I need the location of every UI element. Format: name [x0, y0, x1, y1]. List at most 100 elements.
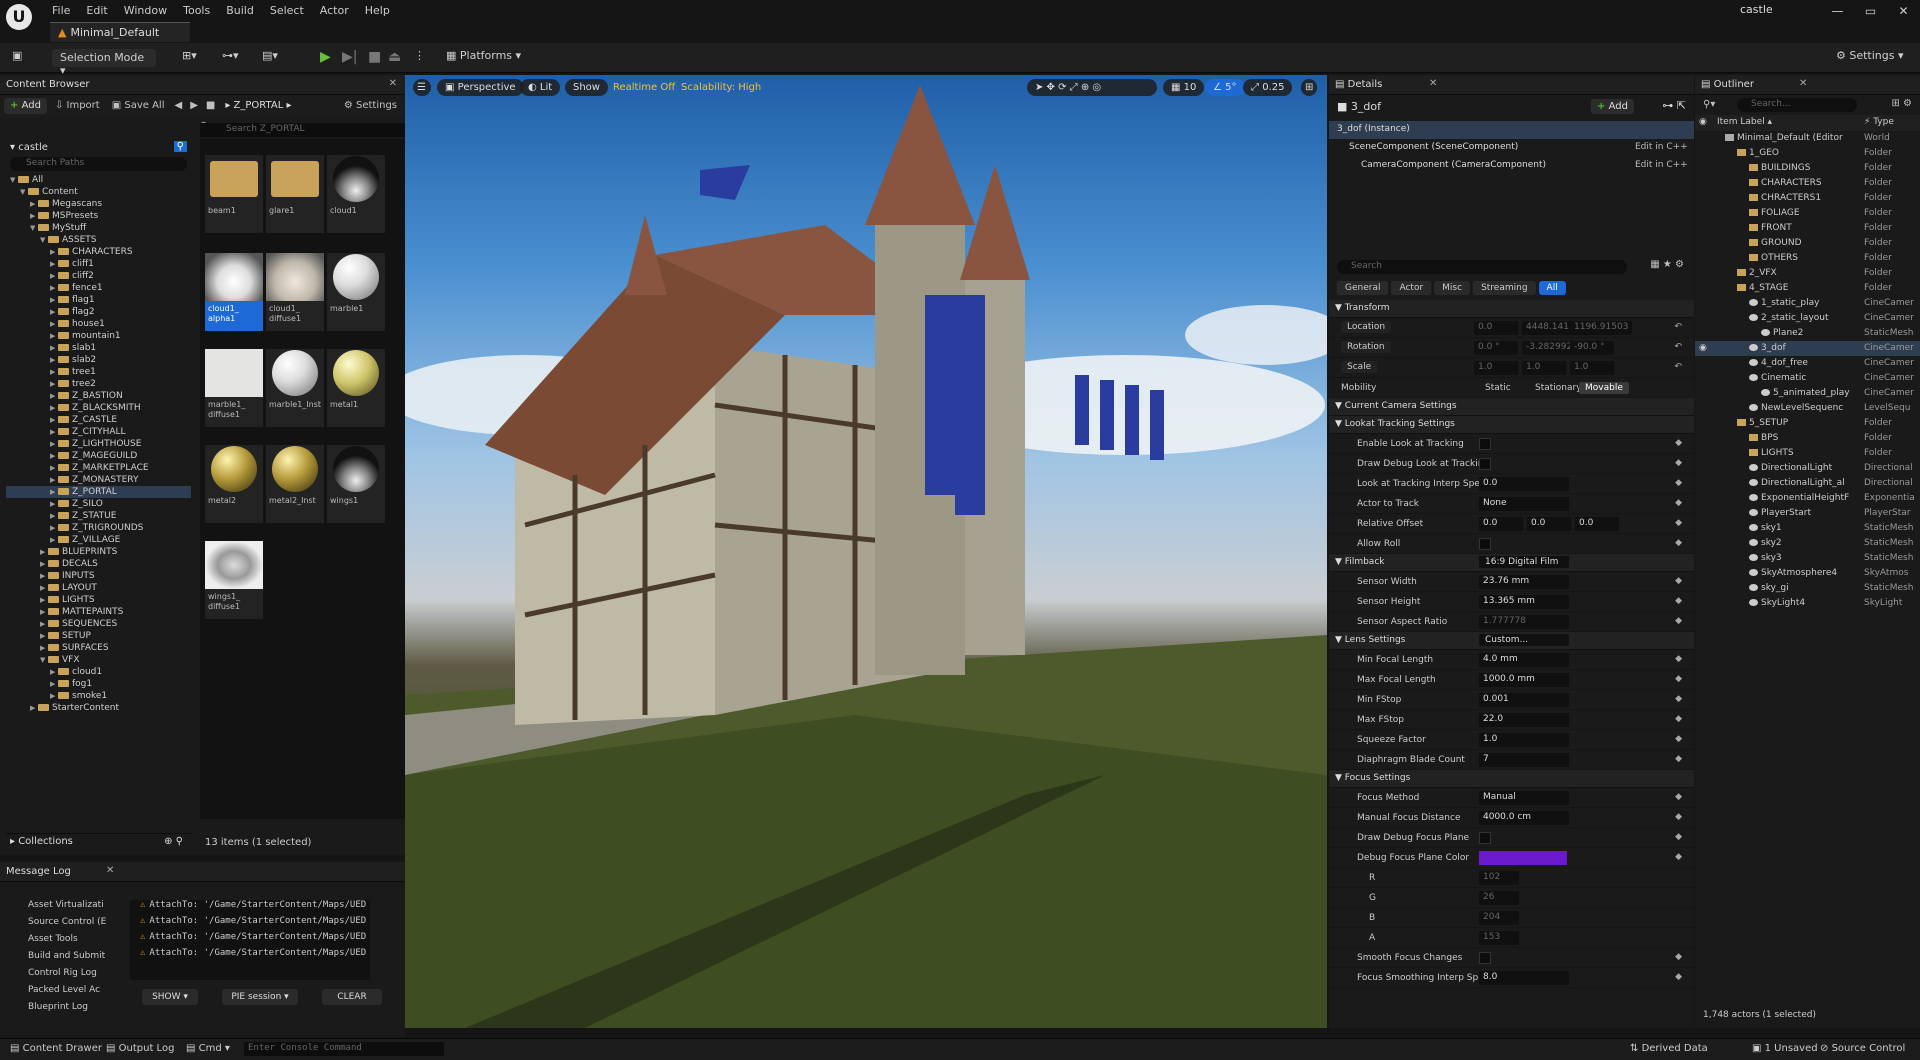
console-input[interactable]: Enter Console Command	[244, 1042, 444, 1056]
expand-arrow-icon[interactable]: ▶	[50, 474, 58, 486]
outliner-row[interactable]: FRONT Folder	[1695, 221, 1920, 236]
step-icon[interactable]: ▶|	[342, 49, 357, 67]
keyframe-icon[interactable]: ◆	[1675, 438, 1682, 448]
tree-folder[interactable]: ▶ LIGHTS	[6, 594, 191, 606]
show-button[interactable]: Show	[565, 79, 608, 96]
tree-folder[interactable]: ▶ LAYOUT	[6, 582, 191, 594]
tree-folder[interactable]: ▶ StarterContent	[6, 702, 191, 714]
tree-folder[interactable]: ▶ slab1	[6, 342, 191, 354]
tree-folder[interactable]: ▶ cliff2	[6, 270, 191, 282]
tree-folder[interactable]: ▼ VFX	[6, 654, 191, 666]
transform-value[interactable]: 0.0	[1474, 321, 1518, 335]
lit-button[interactable]: ◐ Lit	[520, 79, 561, 96]
asset-search-input[interactable]: Search Z_PORTAL	[200, 123, 405, 137]
transform-dropdown[interactable]: Scale	[1341, 361, 1378, 373]
derived-data-button[interactable]: ⇅ Derived Data	[1630, 1043, 1708, 1054]
section-arrow-icon[interactable]: ▼	[1335, 303, 1345, 313]
tree-folder[interactable]: ▶ Z_MAGEGUILD	[6, 450, 191, 462]
viewport-menu-icon[interactable]: ☰	[413, 79, 431, 96]
clear-button[interactable]: CLEAR	[322, 989, 382, 1005]
outliner-row[interactable]: BUILDINGS Folder	[1695, 161, 1920, 176]
property-value[interactable]: Manual	[1479, 791, 1569, 805]
property-value[interactable]: 1000.0 mm	[1479, 673, 1569, 687]
asset-tile[interactable]: marble1_ diffuse1	[205, 349, 263, 427]
menu-actor[interactable]: Actor	[312, 2, 357, 19]
expand-arrow-icon[interactable]: ▶	[50, 330, 58, 342]
details-search-input[interactable]: Search	[1337, 260, 1627, 274]
edit-in-cpp-link[interactable]: Edit in C++	[1635, 160, 1688, 170]
transform-value[interactable]: 1196.91503	[1570, 321, 1633, 335]
expand-arrow-icon[interactable]: ▶	[50, 450, 58, 462]
transform-value[interactable]: 0.0 °	[1474, 341, 1518, 355]
blueprint-icons[interactable]: ⊶ ⇱	[1662, 99, 1686, 112]
add-button[interactable]: + Add	[4, 98, 47, 114]
tree-folder[interactable]: ▶ SEQUENCES	[6, 618, 191, 630]
transform-tools[interactable]: ➤ ✥ ⟳ ⤢ ⊕ ◎	[1027, 79, 1157, 96]
outliner-row[interactable]: 2_static_layout CineCamer	[1695, 311, 1920, 326]
log-category[interactable]: Asset Tools	[28, 934, 108, 951]
filter-general[interactable]: General	[1337, 281, 1389, 295]
outliner-row[interactable]: 4_dof_free CineCamer	[1695, 356, 1920, 371]
expand-arrow-icon[interactable]: ▶	[50, 402, 58, 414]
expand-arrow-icon[interactable]: ▶	[40, 630, 48, 642]
expand-arrow-icon[interactable]: ▶	[50, 342, 58, 354]
outliner-row[interactable]: Plane2 StaticMesh	[1695, 326, 1920, 341]
property-value[interactable]: 8.0	[1479, 971, 1569, 985]
add-actor-icon[interactable]: ⊞▾	[182, 49, 197, 67]
log-message[interactable]: ⚠ AttachTo: '/Game/StarterContent/Maps/UE…	[130, 900, 370, 916]
component-row[interactable]: SceneComponent (SceneComponent) Edit in C…	[1329, 139, 1694, 157]
tree-folder[interactable]: ▶ INPUTS	[6, 570, 191, 582]
maximize-button[interactable]: ▭	[1854, 0, 1887, 22]
camera-settings-section[interactable]: ▼ Current Camera Settings	[1329, 398, 1694, 416]
log-message[interactable]: ⚠ AttachTo: '/Game/StarterContent/Maps/UE…	[130, 948, 370, 964]
filter-actor[interactable]: Actor	[1391, 281, 1432, 295]
tree-folder[interactable]: ▶ Z_BASTION	[6, 390, 191, 402]
reset-icon[interactable]: ↶	[1674, 322, 1682, 332]
menu-file[interactable]: File	[44, 2, 78, 19]
menu-window[interactable]: Window	[116, 2, 175, 19]
outliner-row[interactable]: CHARACTERS Folder	[1695, 176, 1920, 191]
asset-tile[interactable]: wings1_ diffuse1	[205, 541, 263, 619]
tree-folder[interactable]: ▶ MATTEPAINTS	[6, 606, 191, 618]
tree-folder[interactable]: ▶ Z_MONASTERY	[6, 474, 191, 486]
content-drawer-button[interactable]: ▤ Content Drawer	[10, 1043, 102, 1054]
level-viewport[interactable]: ☰ ▣ Perspective ◐ Lit Show Realtime Off …	[405, 75, 1327, 1028]
realtime-badge[interactable]: Realtime Off	[605, 79, 683, 96]
import-button[interactable]: ⇩ Import	[51, 98, 104, 114]
expand-arrow-icon[interactable]: ▶	[40, 618, 48, 630]
tree-root[interactable]: ▾ castle ⚲	[6, 139, 191, 157]
keyframe-icon[interactable]: ◆	[1675, 832, 1682, 842]
tree-folder[interactable]: ▶ flag2	[6, 306, 191, 318]
minimize-button[interactable]: —	[1821, 0, 1854, 22]
pie-session-dropdown[interactable]: PIE session ▾	[222, 989, 298, 1005]
expand-arrow-icon[interactable]: ▶	[50, 366, 58, 378]
keyframe-icon[interactable]: ◆	[1675, 596, 1682, 606]
expand-arrow-icon[interactable]: ▶	[50, 498, 58, 510]
focus-section[interactable]: ▼ Focus Settings	[1329, 770, 1694, 788]
expand-arrow-icon[interactable]: ▼	[40, 234, 48, 246]
more-icon[interactable]: ⋮	[414, 49, 425, 67]
collections-header[interactable]: ▸ Collections ⊕ ⚲	[6, 833, 191, 849]
edit-in-cpp-link[interactable]: Edit in C++	[1635, 142, 1688, 152]
reset-icon[interactable]: ↶	[1674, 342, 1682, 352]
outliner-row[interactable]: 1_static_play CineCamer	[1695, 296, 1920, 311]
viewport-layout-icon[interactable]: ⊞	[1301, 79, 1318, 96]
outliner-row[interactable]: SkyLight4 SkyLight	[1695, 596, 1920, 611]
expand-arrow-icon[interactable]: ▶	[50, 414, 58, 426]
scalability-badge[interactable]: Scalability: High	[673, 79, 769, 96]
outliner-row[interactable]: sky_gi StaticMesh	[1695, 581, 1920, 596]
keyframe-icon[interactable]: ◆	[1675, 852, 1682, 862]
keyframe-icon[interactable]: ◆	[1675, 972, 1682, 982]
log-message[interactable]: ⚠ AttachTo: '/Game/StarterContent/Maps/UE…	[130, 932, 370, 948]
lookat-section[interactable]: ▼ Lookat Tracking Settings	[1329, 416, 1694, 434]
property-value[interactable]: 1.0	[1479, 733, 1569, 747]
log-message[interactable]: ⚠ AttachTo: '/Game/StarterContent/Maps/UE…	[130, 916, 370, 932]
tree-folder[interactable]: ▼ MyStuff	[6, 222, 191, 234]
tree-folder[interactable]: ▶ MSPresets	[6, 210, 191, 222]
tree-folder[interactable]: ▶ slab2	[6, 354, 191, 366]
property-value[interactable]: 0.0	[1479, 477, 1569, 491]
platforms-dropdown[interactable]: ▦ Platforms ▾	[446, 49, 521, 67]
tree-folder[interactable]: ▶ house1	[6, 318, 191, 330]
asset-tile[interactable]: glare1	[266, 155, 324, 233]
tree-folder[interactable]: ▶ Z_MARKETPLACE	[6, 462, 191, 474]
